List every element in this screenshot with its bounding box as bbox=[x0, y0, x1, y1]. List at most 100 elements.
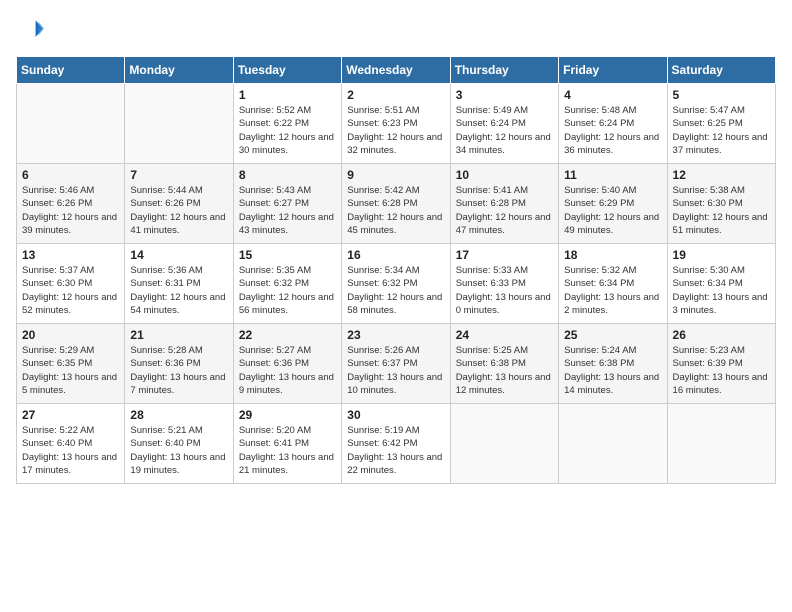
day-cell: 28 Sunrise: 5:21 AM Sunset: 6:40 PM Dayli… bbox=[125, 404, 233, 484]
day-cell: 17 Sunrise: 5:33 AM Sunset: 6:33 PM Dayli… bbox=[450, 244, 558, 324]
day-detail: Sunrise: 5:25 AM Sunset: 6:38 PM Dayligh… bbox=[456, 344, 553, 397]
day-number: 23 bbox=[347, 328, 444, 342]
day-cell: 5 Sunrise: 5:47 AM Sunset: 6:25 PM Daylig… bbox=[667, 84, 775, 164]
day-cell: 1 Sunrise: 5:52 AM Sunset: 6:22 PM Daylig… bbox=[233, 84, 341, 164]
day-number: 30 bbox=[347, 408, 444, 422]
day-cell: 2Sunrise: 5:51 AM Sunset: 6:23 PM Daylig… bbox=[342, 84, 450, 164]
day-cell: 16 Sunrise: 5:34 AM Sunset: 6:32 PM Dayli… bbox=[342, 244, 450, 324]
day-number: 16 bbox=[347, 248, 444, 262]
day-detail: Sunrise: 5:35 AM Sunset: 6:32 PM Dayligh… bbox=[239, 264, 336, 317]
day-number: 14 bbox=[130, 248, 227, 262]
day-cell: 13 Sunrise: 5:37 AM Sunset: 6:30 PM Dayli… bbox=[17, 244, 125, 324]
day-detail: Sunrise: 5:37 AM Sunset: 6:30 PM Dayligh… bbox=[22, 264, 119, 317]
header bbox=[16, 16, 776, 44]
day-cell: 12 Sunrise: 5:38 AM Sunset: 6:30 PM Dayli… bbox=[667, 164, 775, 244]
day-cell bbox=[667, 404, 775, 484]
day-cell: 27 Sunrise: 5:22 AM Sunset: 6:40 PM Dayli… bbox=[17, 404, 125, 484]
day-number: 3 bbox=[456, 88, 553, 102]
week-row-2: 6 Sunrise: 5:46 AM Sunset: 6:26 PM Daylig… bbox=[17, 164, 776, 244]
day-number: 5 bbox=[673, 88, 770, 102]
day-cell: 30 Sunrise: 5:19 AM Sunset: 6:42 PM Dayli… bbox=[342, 404, 450, 484]
header-cell-monday: Monday bbox=[125, 57, 233, 84]
day-cell: 9 Sunrise: 5:42 AM Sunset: 6:28 PM Daylig… bbox=[342, 164, 450, 244]
day-detail: Sunrise: 5:26 AM Sunset: 6:37 PM Dayligh… bbox=[347, 344, 444, 397]
day-number: 13 bbox=[22, 248, 119, 262]
day-detail: Sunrise: 5:19 AM Sunset: 6:42 PM Dayligh… bbox=[347, 424, 444, 477]
day-cell bbox=[17, 84, 125, 164]
day-cell: 22 Sunrise: 5:27 AM Sunset: 6:36 PM Dayli… bbox=[233, 324, 341, 404]
day-number: 9 bbox=[347, 168, 444, 182]
day-number: 11 bbox=[564, 168, 661, 182]
day-detail: Sunrise: 5:49 AM Sunset: 6:24 PM Dayligh… bbox=[456, 104, 553, 157]
day-detail: Sunrise: 5:22 AM Sunset: 6:40 PM Dayligh… bbox=[22, 424, 119, 477]
day-number: 24 bbox=[456, 328, 553, 342]
day-detail: Sunrise: 5:21 AM Sunset: 6:40 PM Dayligh… bbox=[130, 424, 227, 477]
day-number: 17 bbox=[456, 248, 553, 262]
day-detail: Sunrise: 5:24 AM Sunset: 6:38 PM Dayligh… bbox=[564, 344, 661, 397]
day-cell: 25Sunrise: 5:24 AM Sunset: 6:38 PM Dayli… bbox=[559, 324, 667, 404]
day-cell: 26 Sunrise: 5:23 AM Sunset: 6:39 PM Dayli… bbox=[667, 324, 775, 404]
day-detail: Sunrise: 5:47 AM Sunset: 6:25 PM Dayligh… bbox=[673, 104, 770, 157]
day-number: 4 bbox=[564, 88, 661, 102]
calendar-table: SundayMondayTuesdayWednesdayThursdayFrid… bbox=[16, 56, 776, 484]
day-number: 12 bbox=[673, 168, 770, 182]
week-row-5: 27 Sunrise: 5:22 AM Sunset: 6:40 PM Dayli… bbox=[17, 404, 776, 484]
day-detail: Sunrise: 5:29 AM Sunset: 6:35 PM Dayligh… bbox=[22, 344, 119, 397]
day-detail: Sunrise: 5:40 AM Sunset: 6:29 PM Dayligh… bbox=[564, 184, 661, 237]
day-detail: Sunrise: 5:52 AM Sunset: 6:22 PM Dayligh… bbox=[239, 104, 336, 157]
day-cell: 29 Sunrise: 5:20 AM Sunset: 6:41 PM Dayli… bbox=[233, 404, 341, 484]
day-detail: Sunrise: 5:28 AM Sunset: 6:36 PM Dayligh… bbox=[130, 344, 227, 397]
header-cell-thursday: Thursday bbox=[450, 57, 558, 84]
day-detail: Sunrise: 5:33 AM Sunset: 6:33 PM Dayligh… bbox=[456, 264, 553, 317]
header-cell-saturday: Saturday bbox=[667, 57, 775, 84]
day-detail: Sunrise: 5:38 AM Sunset: 6:30 PM Dayligh… bbox=[673, 184, 770, 237]
day-cell: 18Sunrise: 5:32 AM Sunset: 6:34 PM Dayli… bbox=[559, 244, 667, 324]
day-number: 1 bbox=[239, 88, 336, 102]
day-cell: 6 Sunrise: 5:46 AM Sunset: 6:26 PM Daylig… bbox=[17, 164, 125, 244]
day-cell: 19 Sunrise: 5:30 AM Sunset: 6:34 PM Dayli… bbox=[667, 244, 775, 324]
week-row-1: 1 Sunrise: 5:52 AM Sunset: 6:22 PM Daylig… bbox=[17, 84, 776, 164]
header-cell-sunday: Sunday bbox=[17, 57, 125, 84]
logo-icon bbox=[16, 16, 44, 44]
header-cell-friday: Friday bbox=[559, 57, 667, 84]
day-detail: Sunrise: 5:34 AM Sunset: 6:32 PM Dayligh… bbox=[347, 264, 444, 317]
day-cell: 4Sunrise: 5:48 AM Sunset: 6:24 PM Daylig… bbox=[559, 84, 667, 164]
day-detail: Sunrise: 5:30 AM Sunset: 6:34 PM Dayligh… bbox=[673, 264, 770, 317]
day-number: 19 bbox=[673, 248, 770, 262]
day-detail: Sunrise: 5:27 AM Sunset: 6:36 PM Dayligh… bbox=[239, 344, 336, 397]
day-detail: Sunrise: 5:42 AM Sunset: 6:28 PM Dayligh… bbox=[347, 184, 444, 237]
day-cell: 3 Sunrise: 5:49 AM Sunset: 6:24 PM Daylig… bbox=[450, 84, 558, 164]
day-cell: 14 Sunrise: 5:36 AM Sunset: 6:31 PM Dayli… bbox=[125, 244, 233, 324]
day-number: 6 bbox=[22, 168, 119, 182]
day-detail: Sunrise: 5:44 AM Sunset: 6:26 PM Dayligh… bbox=[130, 184, 227, 237]
day-detail: Sunrise: 5:23 AM Sunset: 6:39 PM Dayligh… bbox=[673, 344, 770, 397]
day-number: 29 bbox=[239, 408, 336, 422]
day-cell: 15 Sunrise: 5:35 AM Sunset: 6:32 PM Dayli… bbox=[233, 244, 341, 324]
day-cell: 8Sunrise: 5:43 AM Sunset: 6:27 PM Daylig… bbox=[233, 164, 341, 244]
header-cell-wednesday: Wednesday bbox=[342, 57, 450, 84]
day-number: 28 bbox=[130, 408, 227, 422]
day-detail: Sunrise: 5:36 AM Sunset: 6:31 PM Dayligh… bbox=[130, 264, 227, 317]
day-number: 20 bbox=[22, 328, 119, 342]
day-detail: Sunrise: 5:20 AM Sunset: 6:41 PM Dayligh… bbox=[239, 424, 336, 477]
day-cell: 23 Sunrise: 5:26 AM Sunset: 6:37 PM Dayli… bbox=[342, 324, 450, 404]
day-number: 27 bbox=[22, 408, 119, 422]
day-number: 18 bbox=[564, 248, 661, 262]
week-row-3: 13 Sunrise: 5:37 AM Sunset: 6:30 PM Dayli… bbox=[17, 244, 776, 324]
day-cell: 10Sunrise: 5:41 AM Sunset: 6:28 PM Dayli… bbox=[450, 164, 558, 244]
day-number: 7 bbox=[130, 168, 227, 182]
day-cell: 7 Sunrise: 5:44 AM Sunset: 6:26 PM Daylig… bbox=[125, 164, 233, 244]
day-number: 10 bbox=[456, 168, 553, 182]
day-cell bbox=[450, 404, 558, 484]
day-cell: 11 Sunrise: 5:40 AM Sunset: 6:29 PM Dayli… bbox=[559, 164, 667, 244]
day-number: 15 bbox=[239, 248, 336, 262]
day-cell bbox=[559, 404, 667, 484]
day-number: 22 bbox=[239, 328, 336, 342]
day-number: 21 bbox=[130, 328, 227, 342]
day-number: 26 bbox=[673, 328, 770, 342]
day-detail: Sunrise: 5:51 AM Sunset: 6:23 PM Dayligh… bbox=[347, 104, 444, 157]
day-detail: Sunrise: 5:46 AM Sunset: 6:26 PM Dayligh… bbox=[22, 184, 119, 237]
day-cell: 24 Sunrise: 5:25 AM Sunset: 6:38 PM Dayli… bbox=[450, 324, 558, 404]
day-cell: 20 Sunrise: 5:29 AM Sunset: 6:35 PM Dayli… bbox=[17, 324, 125, 404]
day-detail: Sunrise: 5:43 AM Sunset: 6:27 PM Dayligh… bbox=[239, 184, 336, 237]
